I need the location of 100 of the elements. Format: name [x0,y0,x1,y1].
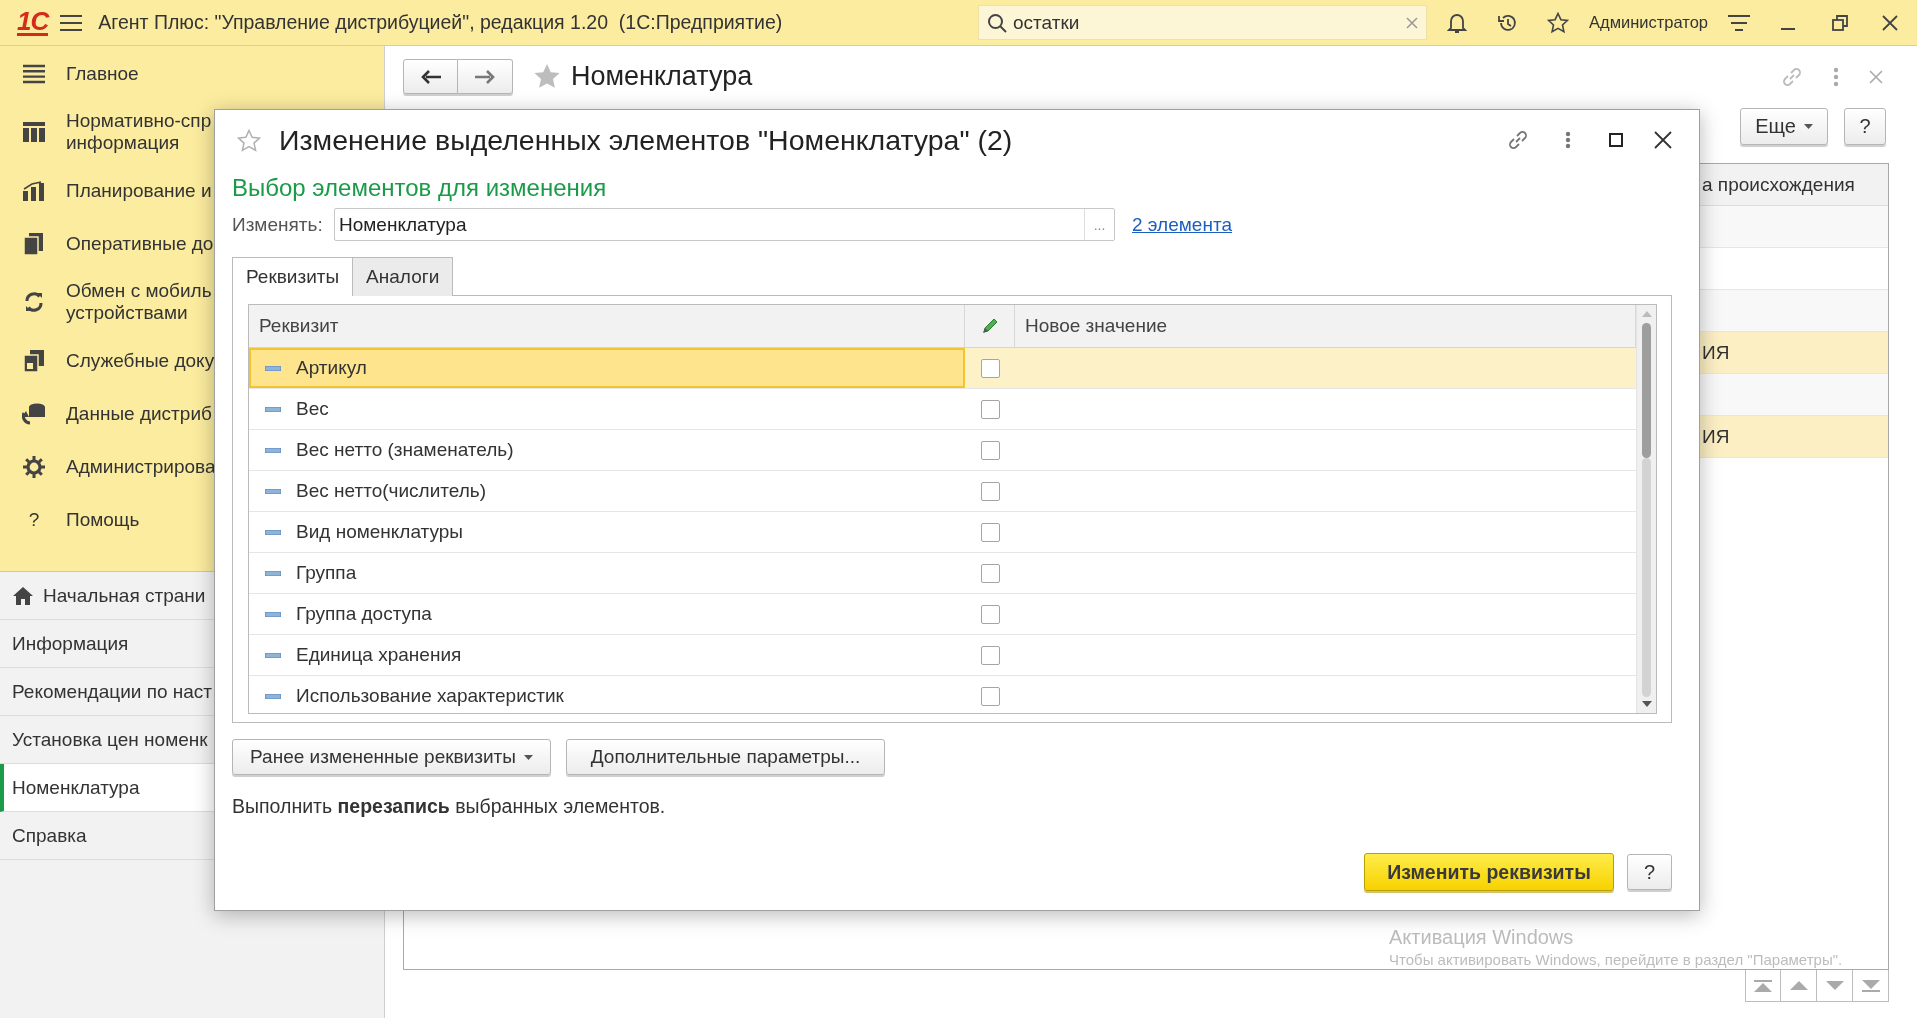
input-field[interactable]: Номенклатура ... [334,208,1115,241]
scrollbar-thumb[interactable] [1642,323,1651,458]
clear-icon[interactable] [1406,16,1418,29]
table-row[interactable]: Вес нетто (знаменатель) [249,430,1636,471]
sidebar-item[interactable]: Администрирова [66,455,216,478]
parameters-button[interactable]: Дополнительные параметры... [566,739,885,775]
link-icon[interactable] [1781,65,1803,88]
attribute-icon [265,529,281,535]
table-cell: ИЯ [1702,341,1730,364]
pencil-icon [980,317,999,335]
field-label: Изменять: [232,213,324,236]
table-cell: Вес нетто(числитель) [249,471,965,511]
checkbox[interactable] [980,440,1000,460]
up-icon [1789,981,1808,990]
checkbox[interactable] [980,604,1000,624]
bell-icon[interactable] [1447,11,1467,34]
apply-button[interactable]: Изменить реквизиты [1364,853,1614,891]
search-field[interactable]: остатки [978,5,1427,40]
help-button[interactable]: ? [1627,854,1672,890]
checkbox[interactable] [980,686,1000,706]
star-icon[interactable] [533,63,561,90]
tab[interactable]: Аналоги [352,257,454,296]
checkbox[interactable] [980,563,1000,583]
sidebar-item[interactable]: Оперативные до [66,232,214,255]
table-cell: Артикул [249,348,965,388]
attribute-icon [265,652,281,658]
table-row[interactable]: Вес нетто(числитель) [249,471,1636,512]
close-icon[interactable] [1654,131,1672,149]
sidebar-item[interactable]: Помощь [66,508,140,531]
elements-link[interactable]: 2 элемента [1132,213,1232,236]
attribute-icon [265,365,281,371]
table-cell: Вес [249,389,965,429]
sidebar-item[interactable]: Планирование и [66,179,212,202]
sidebar-item[interactable]: Обмен с мобиль устройствами [66,280,212,324]
to-first-icon [1754,979,1772,992]
last-button[interactable] [1853,970,1889,1002]
documents-icon [24,232,44,255]
user-name[interactable]: Администратор [1589,13,1709,32]
link-icon[interactable] [1507,129,1529,151]
star-icon[interactable] [1547,11,1569,34]
activation-text: Чтобы активировать Windows, перейдите в раздел "Параметры". [1389,951,1843,968]
scrollbar[interactable] [1636,305,1656,713]
settings-icon [23,455,45,478]
settings-icon[interactable] [1728,13,1751,32]
tab[interactable]: Реквизиты [232,257,354,296]
attribute-icon [265,488,281,494]
close-icon[interactable] [1882,14,1899,31]
choice-button[interactable]: ... [1084,209,1114,240]
form-title: Номенклатура [571,61,753,92]
dropdown-button[interactable]: Ранее измененные реквизиты [232,739,551,775]
down-button[interactable] [1817,970,1853,1002]
attribute-icon [265,447,281,453]
refresh-icon [23,291,45,313]
table-row[interactable]: Вид номенклатуры [249,512,1636,553]
more-button[interactable]: Еще [1740,108,1828,145]
table-cell: Вид номенклатуры [249,512,965,552]
window-title: Агент Плюс: "Управление дистрибуцией", редакция 1.20 (1С:Предприятие) [98,11,783,34]
checkbox[interactable] [980,481,1000,501]
first-button[interactable] [1745,970,1781,1002]
more-icon[interactable] [1565,131,1571,149]
table-cell: ИЯ [1702,425,1730,448]
activation-title: Активация Windows [1389,926,1575,949]
bar-chart-icon [23,180,45,201]
table-row[interactable]: Артикул [249,348,1636,389]
back-button[interactable] [403,59,458,94]
menu-icon[interactable] [60,13,83,32]
sidebar-item[interactable]: Служебные доку [66,349,215,372]
table-cell: Вес нетто (знаменатель) [249,430,965,470]
section-heading: Выбор элементов для изменения [232,174,608,202]
checkbox[interactable] [980,358,1000,378]
table-row[interactable]: Единица хранения [249,635,1636,676]
back-arrow-icon [420,69,441,84]
up-button[interactable] [1781,970,1817,1002]
scroll-down-icon [1641,701,1652,707]
forward-button[interactable] [458,59,513,94]
checkbox[interactable] [980,522,1000,542]
logo: 1С [17,9,49,36]
sidebar-item[interactable]: Главное [66,62,139,85]
table-row[interactable]: Вес [249,389,1636,430]
attribute-icon [265,406,281,412]
dialog-title: Изменение выделенных элементов "Номенклатура" (2) [279,123,1013,157]
star-icon[interactable] [237,128,261,152]
database-icon [22,402,46,425]
attribute-icon [265,570,281,576]
table-row[interactable]: Группа [249,553,1636,594]
table-row[interactable]: Группа доступа [249,594,1636,635]
sidebar-item[interactable]: Нормативно-спр информация [66,110,212,154]
sidebar-item[interactable]: Данные дистриб [66,402,212,425]
checkbox[interactable] [980,645,1000,665]
column-header: а происхождения [1702,173,1855,196]
restore-icon[interactable] [1832,14,1849,31]
search-icon [987,12,1007,33]
more-icon[interactable] [1833,66,1839,87]
checkbox[interactable] [980,399,1000,419]
column-header: Реквизит [249,305,965,347]
maximize-icon[interactable] [1609,133,1623,147]
help-button[interactable]: ? [1844,108,1886,145]
to-last-icon [1861,979,1880,992]
attribute-icon [265,611,281,617]
attribute-icon [265,693,281,699]
